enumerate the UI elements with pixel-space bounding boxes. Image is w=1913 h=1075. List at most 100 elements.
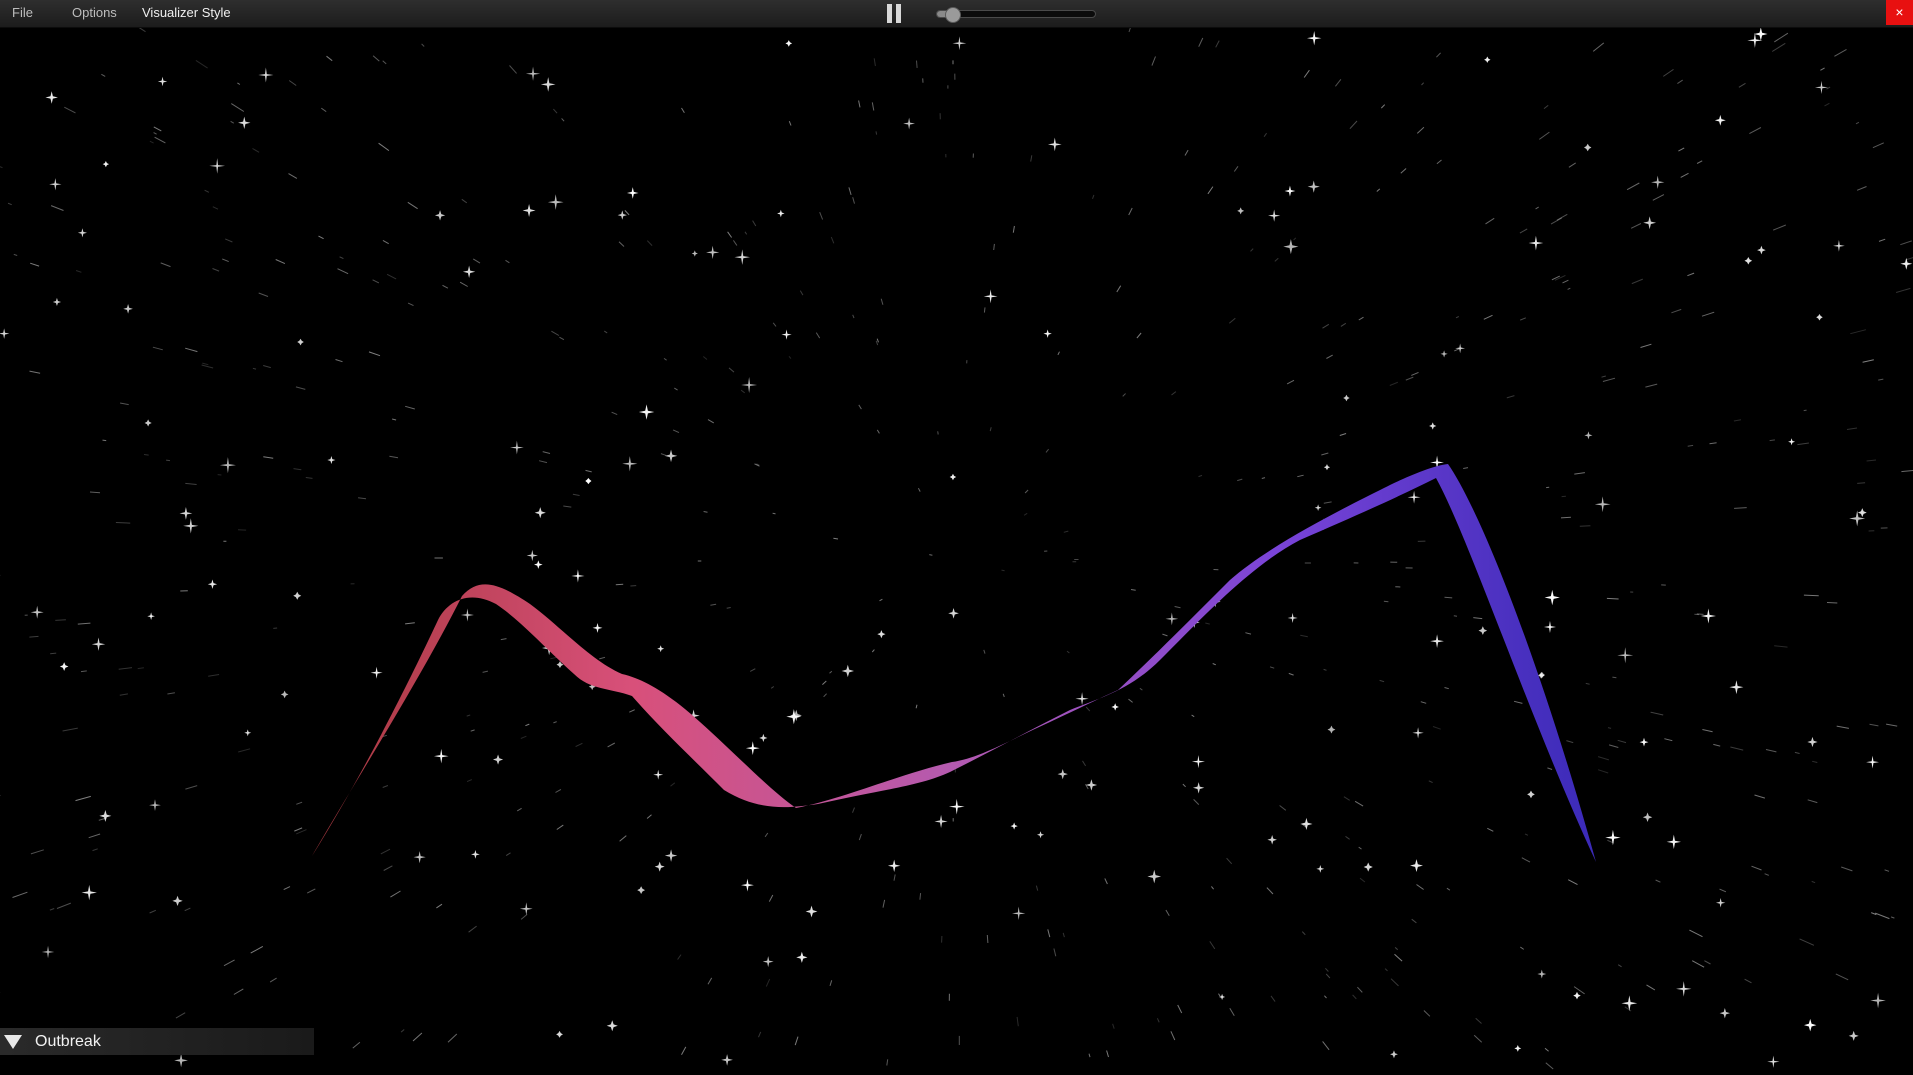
star-streak [1228,317,1236,324]
star-streak [204,189,210,193]
star-streak [646,240,653,246]
star-streak [1652,194,1665,201]
star-streak [1696,160,1703,164]
star-streak [1301,931,1306,936]
star [280,690,289,699]
star-streak [1473,1034,1483,1043]
star-streak [119,693,128,696]
star [1390,1050,1398,1059]
star-streak [1771,42,1786,52]
star [1440,350,1448,358]
star-streak [1053,948,1057,957]
star-streak [154,136,166,144]
star-streak [1229,1008,1235,1016]
star-streak [1719,888,1727,893]
star-streak [1024,489,1029,494]
track-title: Outbreak [35,1033,101,1050]
seek-handle[interactable] [944,7,961,23]
star-streak [937,431,939,435]
star-streak [1886,723,1898,727]
seek-slider[interactable] [936,7,1096,23]
close-button[interactable]: × [1886,0,1913,25]
star-streak [858,404,862,410]
star-streak [185,785,198,790]
star [1268,209,1281,222]
star-streak [1543,105,1549,109]
star [1666,834,1681,849]
star-streak [55,619,66,621]
star-streak [619,835,627,842]
star-streak [1250,248,1254,252]
star [934,814,948,829]
star-streak [1835,973,1849,981]
triangle-down-icon[interactable] [4,1035,22,1049]
star-streak [749,668,756,672]
star-streak [550,656,558,660]
star [258,67,274,83]
star-streak [1520,946,1524,950]
star-streak [1551,275,1561,281]
star [1594,496,1611,513]
star-streak [772,322,777,327]
star-streak [1394,953,1403,962]
star-streak [296,801,303,805]
star [209,158,226,174]
star-streak [1521,857,1531,863]
star-streak [1394,947,1399,951]
star-streak [222,258,229,263]
visualizer-canvas [0,24,1913,1070]
star-streak [1754,794,1766,799]
star [790,709,802,721]
star-streak [1485,217,1495,225]
star-streak [500,638,507,641]
star-streak [1436,52,1441,58]
star [207,579,218,589]
star-streak [1687,444,1694,447]
star-streak [421,43,425,47]
star [327,456,336,465]
star [745,741,760,756]
star [691,250,698,257]
star-streak [1803,409,1807,412]
star-streak [765,978,771,987]
star [1036,831,1045,839]
star-streak [1171,391,1177,396]
star-streak [505,259,510,264]
star [1642,812,1653,822]
star-streak [461,198,468,204]
star [1267,835,1277,845]
star-streak [1092,194,1095,199]
star-streak [1799,938,1815,946]
star-streak [1343,796,1350,801]
star-streak [1416,126,1425,134]
star-streak [1191,714,1195,718]
menu-file[interactable]: File [12,5,33,20]
star [706,245,720,260]
menu-options[interactable]: Options [72,5,117,20]
menu-visualizer-style[interactable]: Visualizer Style [142,5,231,20]
star-streak [1030,155,1033,162]
star-streak [1359,877,1366,883]
star [949,473,957,481]
star-streak [1177,1004,1183,1014]
star-streak [50,205,64,211]
star-streak [412,1032,423,1042]
star-streak [1702,729,1713,733]
star-streak [1209,941,1216,950]
star [1191,755,1205,769]
star-streak [1872,142,1885,149]
star-streak [1323,668,1327,671]
star-streak [919,893,922,900]
star-streak [1640,343,1652,348]
star-streak [337,268,349,275]
star-streak [1339,433,1347,436]
star [1744,256,1753,265]
star-streak [989,427,992,432]
star-streak [30,262,40,267]
star [460,608,474,622]
track-panel[interactable]: Outbreak [0,1028,314,1055]
star-streak [407,302,414,307]
star [45,91,58,104]
star [0,328,10,339]
pause-button[interactable] [886,4,903,23]
